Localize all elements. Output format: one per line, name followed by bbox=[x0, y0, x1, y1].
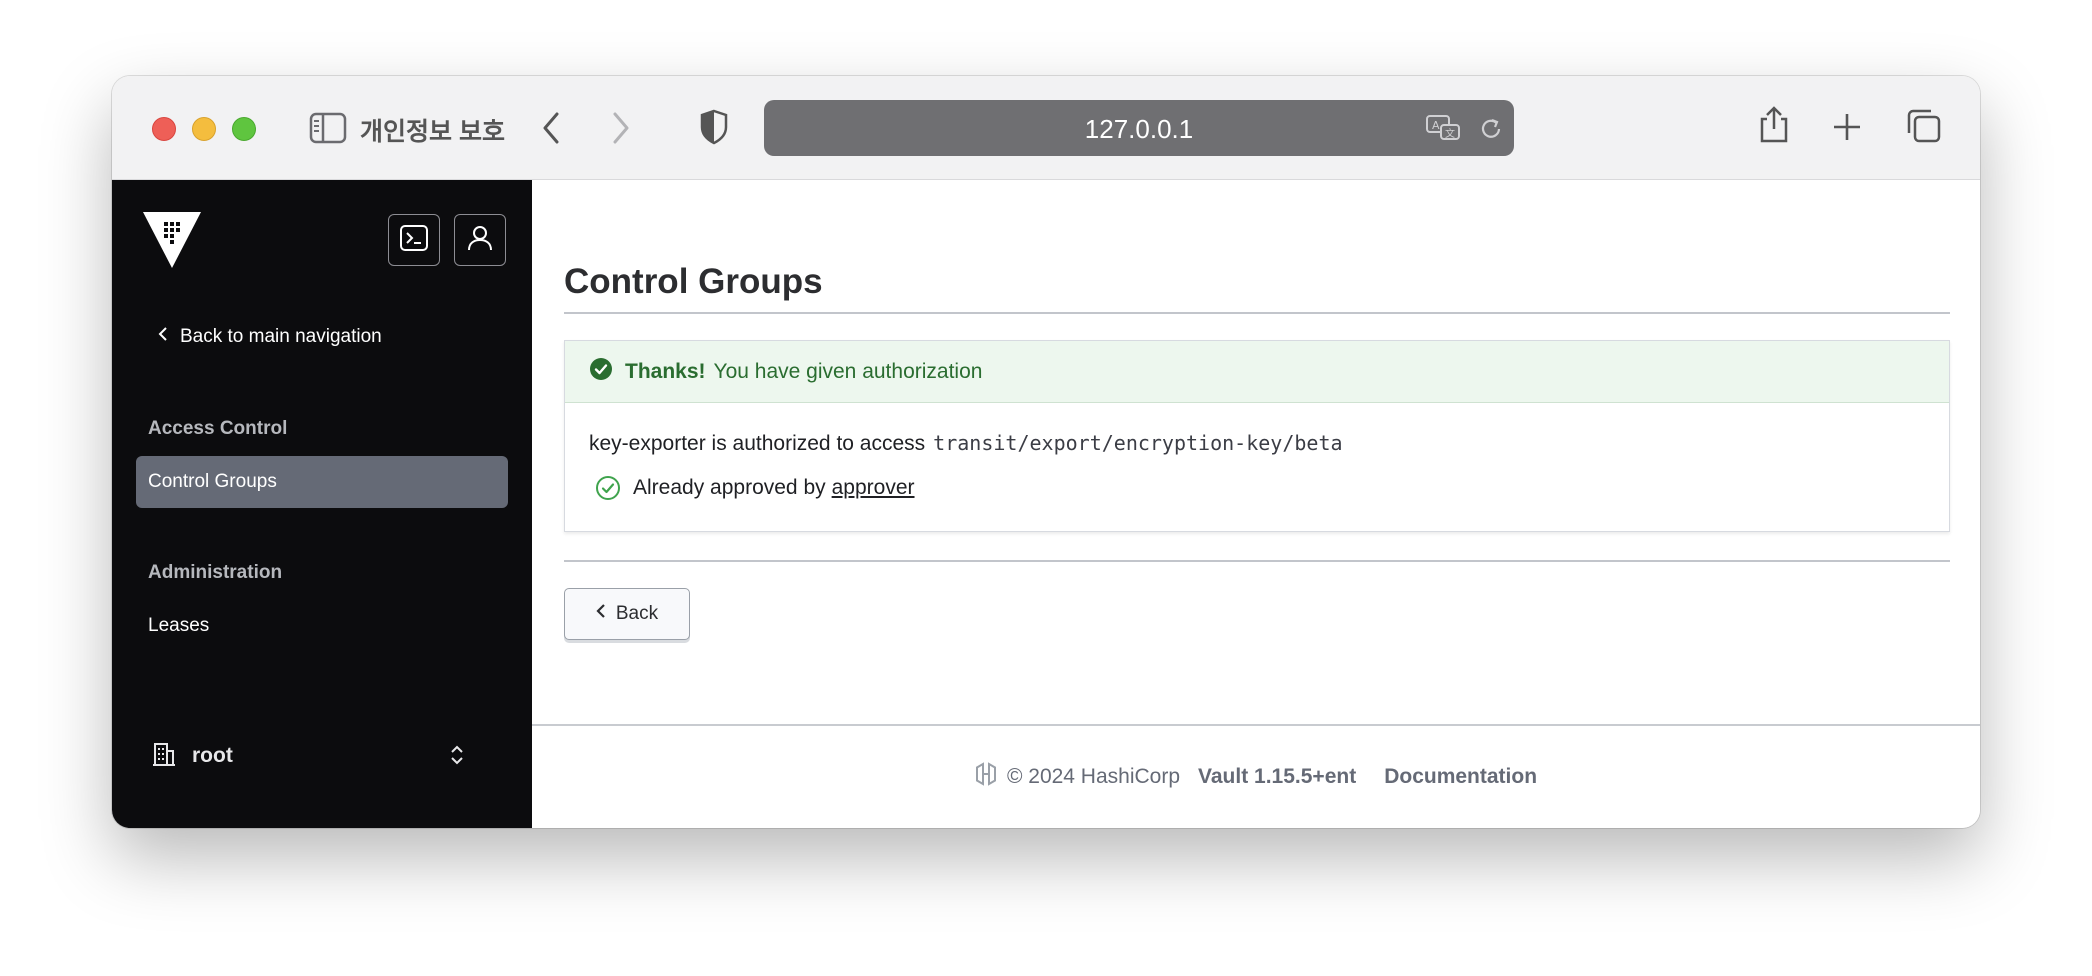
sidebar: Back to main navigation Access Control C… bbox=[112, 180, 532, 828]
sidebar-item-control-groups[interactable]: Control Groups bbox=[136, 456, 508, 508]
back-button-label: Back bbox=[615, 603, 659, 624]
chevron-left-icon bbox=[158, 326, 168, 348]
documentation-link[interactable]: Documentation bbox=[1384, 765, 1537, 789]
privacy-label[interactable]: 개인정보 보호 bbox=[360, 112, 505, 148]
close-window-button[interactable] bbox=[152, 117, 176, 141]
authorization-card: Thanks! You have given authorization key… bbox=[564, 340, 1950, 532]
title-divider bbox=[564, 312, 1950, 314]
actions-divider bbox=[564, 560, 1950, 562]
vault-version-link[interactable]: Vault 1.15.5+ent bbox=[1198, 765, 1356, 789]
secret-path: transit/export/encryption-key/beta bbox=[933, 431, 1343, 455]
back-to-main-navigation-link[interactable]: Back to main navigation bbox=[158, 326, 382, 348]
shield-icon[interactable] bbox=[698, 108, 730, 146]
success-alert: Thanks! You have given authorization bbox=[565, 341, 1949, 403]
browser-toolbar: 개인정보 보호 127.0.0.1 A文 bbox=[112, 76, 1980, 180]
alert-title: Thanks! bbox=[625, 359, 706, 383]
back-nav-label: Back to main navigation bbox=[180, 326, 382, 347]
authorization-message: key-exporter is authorized to access tran… bbox=[589, 431, 1343, 456]
new-tab-icon[interactable] bbox=[1830, 110, 1864, 144]
forward-arrow-icon[interactable] bbox=[606, 110, 636, 146]
approved-by-text: Already approved by bbox=[633, 476, 826, 499]
svg-text:文: 文 bbox=[1445, 127, 1455, 140]
approval-status: Already approved by approver bbox=[595, 475, 915, 501]
address-bar[interactable]: 127.0.0.1 A文 bbox=[764, 100, 1514, 156]
alert-message: You have given authorization bbox=[713, 359, 983, 383]
copyright-text: © 2024 HashiCorp bbox=[1006, 765, 1181, 788]
tab-overview-icon[interactable] bbox=[1904, 106, 1944, 146]
share-icon[interactable] bbox=[1756, 104, 1792, 146]
svg-text:A: A bbox=[1432, 119, 1440, 132]
translate-icon[interactable]: A文 bbox=[1424, 112, 1464, 144]
vault-logo[interactable] bbox=[142, 210, 202, 275]
user-menu-button[interactable] bbox=[454, 214, 506, 266]
reload-icon[interactable] bbox=[1476, 114, 1506, 144]
approver-link[interactable]: approver bbox=[832, 476, 915, 500]
check-circle-filled-icon bbox=[589, 357, 613, 386]
hashicorp-logo-icon bbox=[975, 762, 997, 792]
sidebar-item-leases[interactable]: Leases bbox=[136, 600, 508, 652]
main-content: Control Groups Thanks! You have given au… bbox=[532, 180, 1980, 828]
section-label-administration: Administration bbox=[148, 562, 283, 583]
console-button[interactable] bbox=[388, 214, 440, 266]
building-icon bbox=[152, 741, 176, 772]
browser-window: 개인정보 보호 127.0.0.1 A文 Back to main naviga… bbox=[112, 76, 1980, 828]
url-text: 127.0.0.1 bbox=[1084, 114, 1194, 144]
minimize-window-button[interactable] bbox=[192, 117, 216, 141]
back-arrow-icon[interactable] bbox=[536, 110, 566, 146]
page-title: Control Groups bbox=[564, 262, 823, 301]
zoom-window-button[interactable] bbox=[232, 117, 256, 141]
section-label-access-control: Access Control bbox=[148, 418, 288, 439]
back-button[interactable]: Back bbox=[564, 588, 690, 640]
footer: © 2024 HashiCorp Vault 1.15.5+ent Docume… bbox=[532, 724, 1980, 828]
chevron-left-icon bbox=[596, 603, 606, 625]
terminal-icon bbox=[399, 224, 429, 257]
chevron-up-down-icon bbox=[450, 744, 464, 771]
namespace-label: root bbox=[192, 744, 233, 767]
namespace-picker[interactable]: root bbox=[152, 734, 488, 778]
check-circle-outline-icon bbox=[595, 475, 621, 501]
user-icon bbox=[466, 224, 494, 257]
sidebar-toggle-icon[interactable] bbox=[308, 110, 348, 146]
authorized-text: key-exporter is authorized to access bbox=[589, 432, 926, 455]
